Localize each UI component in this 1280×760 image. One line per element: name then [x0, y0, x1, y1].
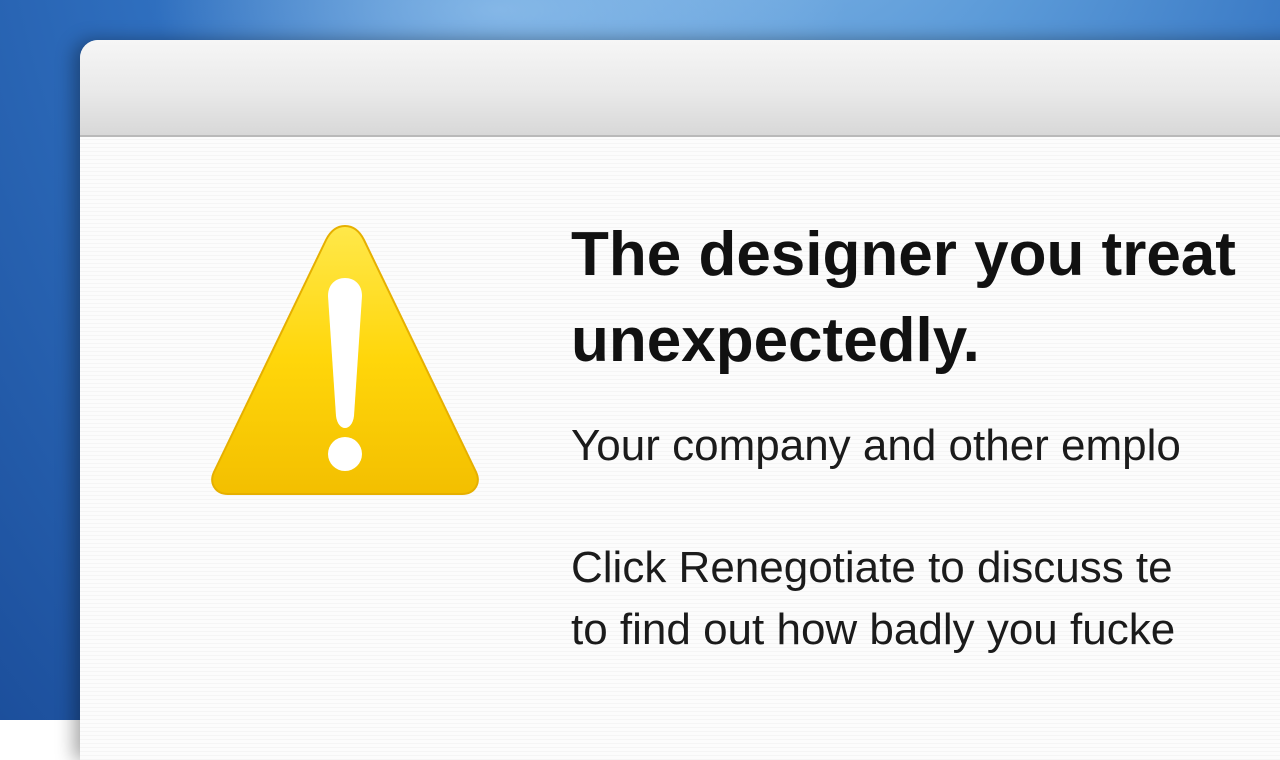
alert-title: The designer you treat unexpectedly. — [571, 220, 1236, 375]
alert-instructions: Click Renegotiate to discuss te to find … — [571, 543, 1176, 654]
alert-dialog: The designer you treat unexpectedly. You… — [80, 40, 1280, 760]
warning-triangle-icon — [211, 224, 479, 495]
alert-message: Your company and other emplo — [571, 421, 1181, 470]
dialog-title-bar[interactable] — [80, 40, 1280, 137]
